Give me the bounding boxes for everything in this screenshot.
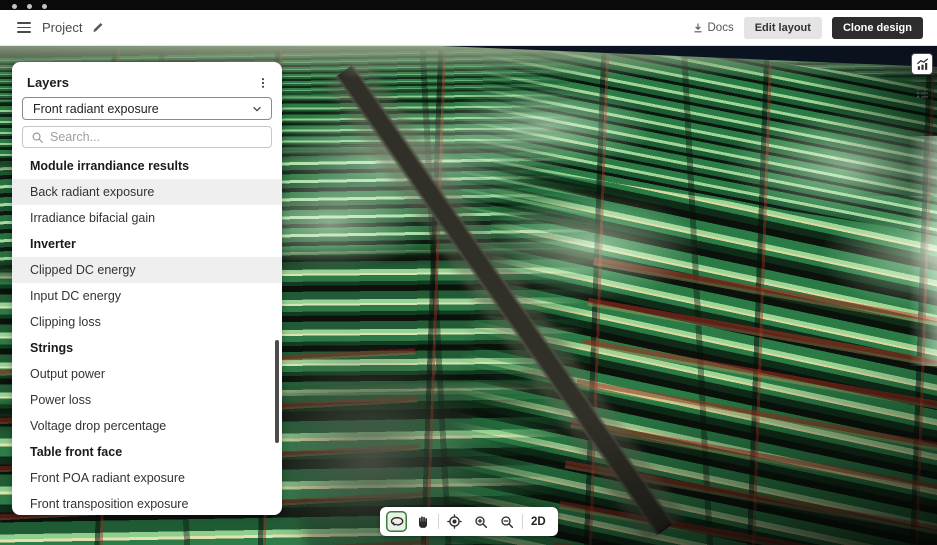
layer-item-back-radiant-exposure[interactable]: Back radiant exposure (12, 179, 282, 205)
layer-item-output-power[interactable]: Output power (12, 361, 282, 387)
window-zoom-icon[interactable] (42, 4, 47, 9)
top-toolbar: Project Docs Edit layout Clone design (0, 10, 937, 46)
search-icon (32, 132, 43, 143)
docs-button[interactable]: Docs (692, 22, 734, 34)
layer-item-voltage-drop-percentage[interactable]: Voltage drop percentage (12, 413, 282, 439)
download-icon (693, 22, 702, 32)
list-icon (916, 87, 928, 98)
layer-item-irradiance-bifacial-gain[interactable]: Irradiance bifacial gain (12, 205, 282, 231)
viewport-toolbar: 2D (380, 507, 558, 536)
layer-select-dropdown[interactable]: Front radiant exposure (22, 97, 272, 120)
layers-scrollbar[interactable] (275, 340, 279, 443)
results-chart-button[interactable] (911, 53, 933, 75)
layer-section-table-front-face: Table front face (30, 445, 123, 459)
zoom-out-tool[interactable] (496, 511, 517, 532)
layer-item-front-poa-radiant-exposure[interactable]: Front POA radiant exposure (12, 465, 282, 491)
layer-section-strings: Strings (30, 341, 74, 355)
target-icon (447, 514, 462, 529)
layer-section-module-irrandiance-results: Module irrandiance results (30, 159, 190, 173)
right-tool-rail (911, 53, 933, 100)
chevron-down-icon (253, 106, 261, 111)
lasso-icon (390, 516, 404, 526)
scene-highlight-glow (435, 84, 655, 169)
layer-search-box (22, 126, 272, 148)
layers-list: Module irrandiance results Back radiant e… (12, 153, 282, 515)
layers-panel-title: Layers (27, 75, 69, 90)
window-minimize-icon[interactable] (27, 4, 32, 9)
layer-section-inverter: Inverter (30, 237, 76, 251)
toggle-2d-button[interactable]: 2D (528, 516, 549, 528)
menu-icon[interactable] (17, 22, 31, 33)
project-title: Project (42, 20, 83, 35)
toolbar-divider (438, 514, 439, 529)
search-input[interactable] (50, 130, 263, 144)
docs-label: Docs (707, 21, 734, 34)
layer-select-value: Front radiant exposure (33, 101, 159, 116)
os-titlebar (0, 0, 937, 10)
edit-layout-button[interactable]: Edit layout (743, 16, 822, 39)
pencil-icon (93, 22, 103, 32)
zoom-out-icon (500, 515, 513, 528)
clone-design-button[interactable]: Clone design (831, 16, 923, 39)
lasso-select-tool[interactable] (386, 511, 407, 532)
layer-item-clipped-dc-energy[interactable]: Clipped DC energy (12, 257, 282, 283)
pan-tool[interactable] (412, 511, 433, 532)
app-window: Project Docs Edit layout Clone design La… (0, 0, 937, 545)
locate-tool[interactable] (444, 511, 465, 532)
zoom-in-icon (474, 515, 487, 528)
legend-list-button[interactable] (914, 85, 930, 100)
layer-item-front-transposition-exposure[interactable]: Front transposition exposure (12, 491, 282, 515)
toolbar-divider (522, 514, 523, 529)
layer-item-clipping-loss[interactable]: Clipping loss (12, 309, 282, 335)
edit-project-name-button[interactable] (91, 21, 104, 34)
scene-haze (909, 136, 937, 366)
window-close-icon[interactable] (12, 4, 17, 9)
chart-icon (916, 58, 928, 70)
kebab-menu-icon[interactable] (257, 76, 269, 90)
zoom-in-tool[interactable] (470, 511, 491, 532)
layers-panel: Layers Front radiant exposure Module irr… (12, 62, 282, 515)
layer-item-input-dc-energy[interactable]: Input DC energy (12, 283, 282, 309)
layer-item-power-loss[interactable]: Power loss (12, 387, 282, 413)
hand-icon (418, 515, 427, 528)
